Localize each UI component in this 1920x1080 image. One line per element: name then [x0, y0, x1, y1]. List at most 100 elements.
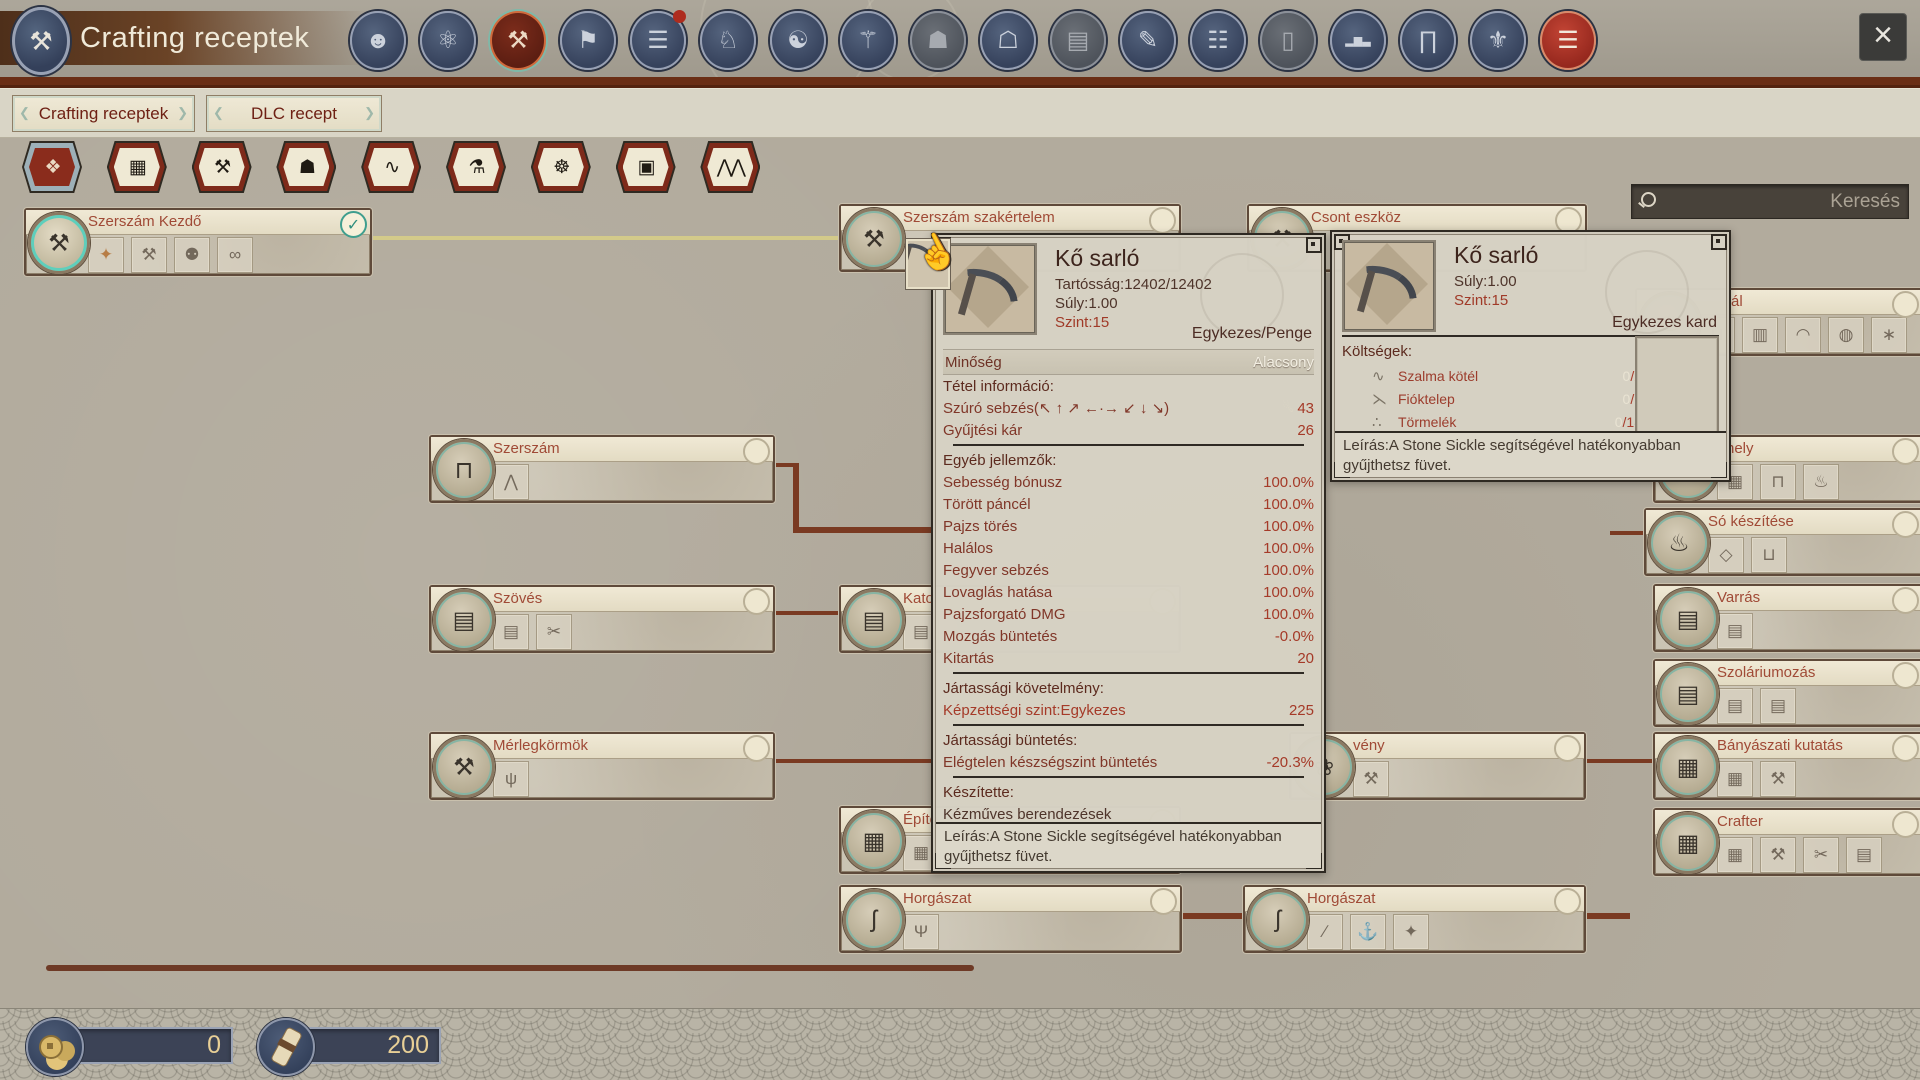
node-title: Szerszám Kezdő: [88, 213, 201, 230]
scrolls-icon[interactable]: ☰: [630, 11, 686, 70]
item-slot[interactable]: ✂: [1803, 837, 1839, 873]
node-badge-icon: ⚒: [433, 736, 495, 798]
item-slot[interactable]: ⚒: [1760, 761, 1796, 797]
item-slot[interactable]: ∗: [1871, 317, 1907, 353]
dragon-icon[interactable]: ⚚: [840, 11, 896, 70]
item-slot[interactable]: ▤: [1846, 837, 1882, 873]
item-slot[interactable]: ◍: [1828, 317, 1864, 353]
tab-crafting-receptek[interactable]: Crafting receptek: [12, 95, 195, 132]
item-slot[interactable]: ◇: [1708, 537, 1744, 573]
tooltip-header: Kő sarló Tartósság:12402/12402 Súly:1.00…: [943, 243, 1314, 343]
tree-node-v-ny[interactable]: vény❀⚒: [1289, 732, 1586, 800]
item-slot[interactable]: ⚒: [131, 237, 167, 273]
item-slot[interactable]: ∞: [217, 237, 253, 273]
tab-dlc-recept[interactable]: DLC recept: [206, 95, 382, 132]
robe-icon[interactable]: ⚜: [1470, 11, 1526, 70]
category-anvil[interactable]: ⚒: [192, 141, 252, 193]
item-slot[interactable]: ▤: [1717, 613, 1753, 649]
item-slot[interactable]: ⊓: [1760, 464, 1796, 500]
item-slot[interactable]: ∕: [1307, 914, 1343, 950]
coin-value: 0: [207, 1031, 221, 1060]
category-cart[interactable]: ☸: [531, 141, 591, 193]
item-slot[interactable]: ◠: [1785, 317, 1821, 353]
item-slot[interactable]: Ψ: [903, 914, 939, 950]
helmet-icon[interactable]: ☗: [910, 11, 966, 70]
category-armor[interactable]: ☗: [276, 141, 336, 193]
item-slot[interactable]: ⊔: [1751, 537, 1787, 573]
tree-node-m-rlegk-rm-k[interactable]: Mérlegkörmök⚒ψ: [429, 732, 775, 800]
ranking-icon[interactable]: ▂▆▃: [1330, 11, 1386, 70]
map-edit-icon[interactable]: ✎: [1120, 11, 1176, 70]
close-button[interactable]: ×: [1859, 13, 1907, 61]
category-gathering[interactable]: ❖: [22, 141, 82, 193]
map-scroll-icon[interactable]: ▤: [1050, 11, 1106, 70]
stat-row: Elégtelen készségszint büntetés-20.3%: [943, 751, 1314, 773]
category-rope[interactable]: ∿: [361, 141, 421, 193]
stat-row: Kitartás20: [943, 647, 1314, 669]
item-slot[interactable]: ⚓: [1350, 914, 1386, 950]
tree-node-crafter[interactable]: Crafter▦▦⚒✂▤: [1653, 808, 1920, 876]
tree-node-b-ny-szati-kutat-s[interactable]: Bányászati kutatás▦▦⚒: [1653, 732, 1920, 800]
tree-node-horg-szat[interactable]: HorgászatʃΨ: [839, 885, 1182, 953]
tablet-icon[interactable]: ▯: [1260, 11, 1316, 70]
node-items: ⋀: [493, 464, 529, 500]
item-slot[interactable]: ▤: [1760, 688, 1796, 724]
category-furnace[interactable]: ▦: [107, 141, 167, 193]
weight-line: Súly:1.00: [1454, 272, 1517, 291]
tree-node-szersz-m[interactable]: Szerszám⊓⋀: [429, 435, 775, 503]
node-title: Szövés: [493, 590, 542, 607]
books-icon[interactable]: ☰: [1540, 11, 1596, 70]
item-slot[interactable]: ⚒: [1353, 761, 1389, 797]
tree-node-szersz-m-kezd[interactable]: Szerszám Kezdő⚒✦⚒⚉∞✓: [24, 208, 372, 276]
top-bar: ⚒ Crafting receptek ☻⚛⚒⚑☰♘☯⚚☗☖▤✎☷▯▂▆▃∏⚜☰…: [0, 0, 1920, 77]
horse-icon[interactable]: ♘: [700, 11, 756, 70]
node-title: ál: [1731, 293, 1743, 310]
item-slot[interactable]: ▦: [1717, 837, 1753, 873]
tree-node-sz-v-s[interactable]: Szövés▤▤✂: [429, 585, 775, 653]
item-slot[interactable]: ⚉: [174, 237, 210, 273]
stat-row: Törött páncél100.0%: [943, 493, 1314, 515]
node-status-circle: [743, 438, 770, 465]
folding-screen-icon[interactable]: ☷: [1190, 11, 1246, 70]
node-items: ▦⚒✂▤: [1717, 837, 1882, 873]
item-slot[interactable]: ⚒: [1760, 837, 1796, 873]
node-badge-icon: ʃ: [1247, 889, 1309, 951]
crafting-recipes-icon[interactable]: ⚒: [490, 11, 546, 70]
item-slot[interactable]: ✂: [536, 614, 572, 650]
tree-connector: [771, 611, 841, 615]
skill-tree-icon[interactable]: ⚛: [420, 11, 476, 70]
tree-connector: [793, 463, 799, 533]
category-mortar[interactable]: ⚗: [446, 141, 506, 193]
item-slot[interactable]: ✦: [88, 237, 124, 273]
item-slot[interactable]: ▥: [1742, 317, 1778, 353]
category-camp[interactable]: ⋀⋀: [700, 141, 760, 193]
tree-node-horg-szat[interactable]: Horgászatʃ∕⚓✦: [1243, 885, 1586, 953]
item-slot[interactable]: ψ: [493, 761, 529, 797]
stat-label: Képzettségi szint:Egykezes: [943, 702, 1289, 719]
gate-icon[interactable]: ∏: [1400, 11, 1456, 70]
mask-icon[interactable]: ☻: [350, 11, 406, 70]
node-items: ▤: [1717, 613, 1753, 649]
item-slot[interactable]: ✦: [1393, 914, 1429, 950]
item-slot[interactable]: ▤: [493, 614, 529, 650]
tree-node-varr-s[interactable]: Varrás▤▤: [1653, 584, 1920, 652]
banner-icon[interactable]: ⚑: [560, 11, 616, 70]
stat-value: 100.0%: [1263, 606, 1314, 623]
taiji-icon[interactable]: ☯: [770, 11, 826, 70]
node-badge-icon: ⚒: [28, 212, 90, 274]
horizontal-scrollbar[interactable]: [46, 965, 974, 971]
node-status-circle: [1554, 735, 1581, 762]
item-slot[interactable]: ⋀: [493, 464, 529, 500]
scroll-art: [270, 1026, 303, 1068]
stat-label: Sebesség bónusz: [943, 474, 1263, 491]
category-loom[interactable]: ▣: [616, 141, 676, 193]
claw-icon: ☄: [1282, 400, 1294, 416]
item-slot[interactable]: ▤: [1717, 688, 1753, 724]
node-status-circle: [743, 735, 770, 762]
item-slot[interactable]: ♨: [1803, 464, 1839, 500]
tree-node-szol-riumoz-s[interactable]: Szoláriumozás▤▤▤: [1653, 659, 1920, 727]
stat-label: Halálos: [943, 540, 1263, 557]
satchel-icon[interactable]: ☖: [980, 11, 1036, 70]
tree-node-s-k-sz-t-se[interactable]: Só készítése♨◇⊔: [1644, 508, 1920, 576]
item-slot[interactable]: ▦: [1717, 761, 1753, 797]
